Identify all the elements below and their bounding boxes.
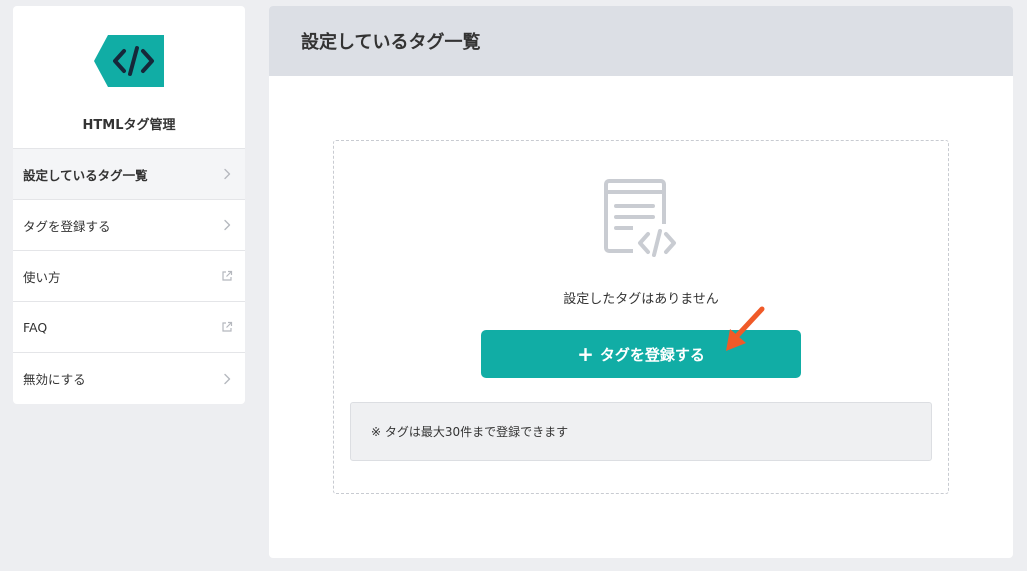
brand-section: HTMLタグ管理	[13, 6, 245, 149]
sidebar-item-label: 使い方	[23, 269, 61, 285]
sidebar: HTMLタグ管理 設定しているタグ一覧 タグを登録する 使い方 FAQ 無効にす…	[13, 6, 245, 404]
sidebar-item-how-to-use[interactable]: 使い方	[13, 251, 245, 302]
external-link-icon	[222, 321, 233, 332]
sidebar-item-label: FAQ	[23, 319, 48, 335]
sidebar-item-register-tag[interactable]: タグを登録する	[13, 200, 245, 251]
limit-note: ※ タグは最大30件まで登録できます	[350, 402, 932, 461]
main-header: 設定しているタグ一覧	[269, 6, 1013, 76]
chevron-right-icon	[224, 168, 231, 180]
sidebar-item-label: 設定しているタグ一覧	[23, 167, 148, 183]
add-tag-button-label: タグを登録する	[599, 345, 705, 364]
chevron-right-icon	[224, 219, 231, 231]
sidebar-item-label: タグを登録する	[23, 218, 111, 234]
empty-state: 設定したタグはありません + タグを登録する ※ タグは最大30件まで登録できま…	[333, 140, 949, 494]
sidebar-item-disable[interactable]: 無効にする	[13, 353, 245, 404]
sidebar-item-tag-list[interactable]: 設定しているタグ一覧	[13, 149, 245, 200]
app-title: HTMLタグ管理	[82, 118, 176, 133]
sidebar-item-faq[interactable]: FAQ	[13, 302, 245, 353]
code-tag-icon	[94, 35, 164, 87]
external-link-icon	[222, 270, 233, 281]
limit-note-text: ※ タグは最大30件まで登録できます	[371, 425, 569, 439]
empty-message: 設定したタグはありません	[563, 292, 719, 307]
page-title: 設定しているタグ一覧	[301, 32, 481, 53]
plus-icon: +	[577, 342, 594, 366]
main-panel: 設定しているタグ一覧 設定したタグはありません + タグを登録する ※ タグは最…	[269, 6, 1013, 558]
sidebar-item-label: 無効にする	[23, 372, 86, 387]
chevron-right-icon	[224, 373, 231, 384]
code-document-icon	[604, 179, 681, 260]
annotation-arrow-icon	[726, 306, 765, 351]
